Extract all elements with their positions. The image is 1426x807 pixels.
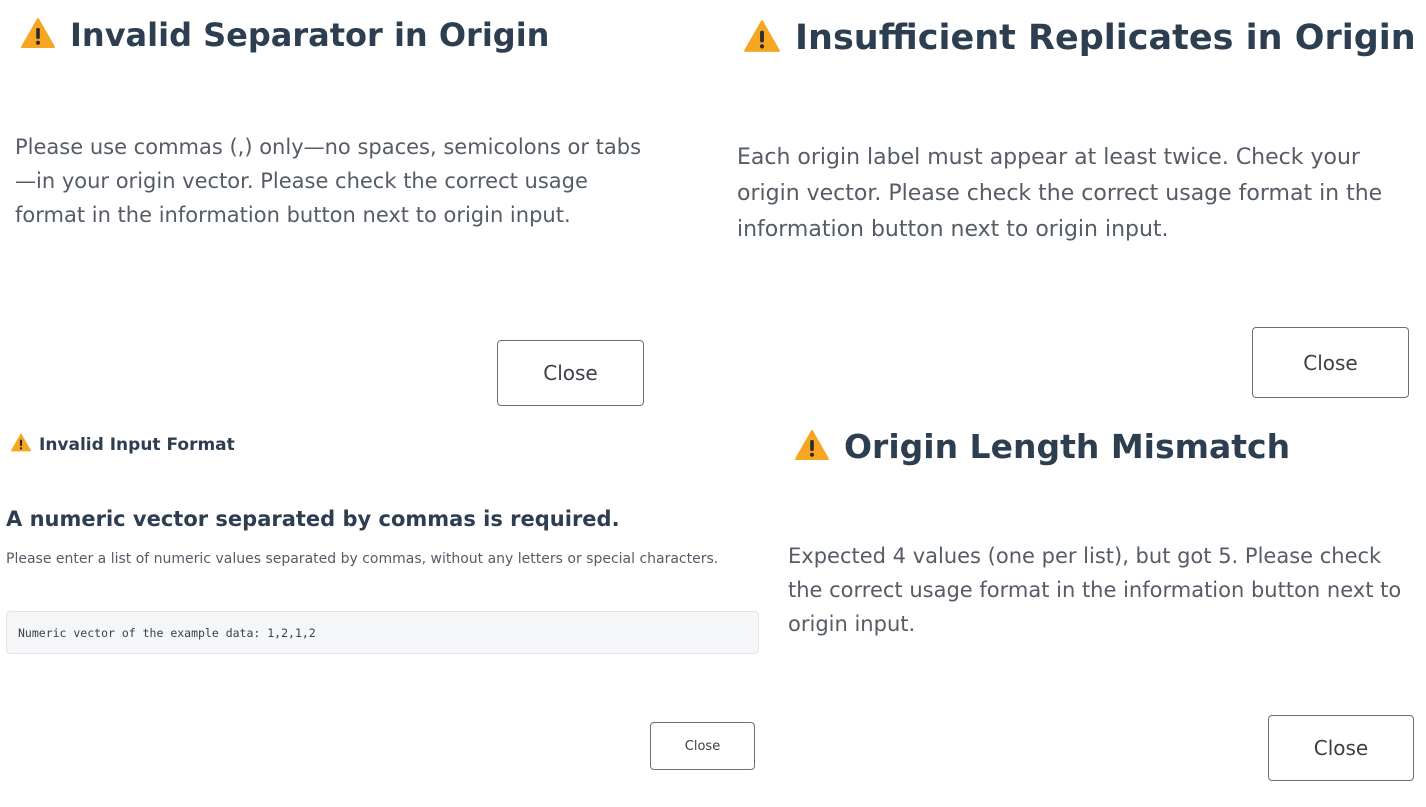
- close-button[interactable]: Close: [650, 722, 755, 770]
- warning-icon: [20, 17, 56, 53]
- close-button[interactable]: Close: [1268, 715, 1414, 781]
- dialog-subtitle: A numeric vector separated by commas is …: [6, 507, 620, 531]
- dialog-header: Invalid Separator in Origin: [20, 16, 549, 54]
- dialog-title: Insufficient Replicates in Origin: [795, 18, 1416, 58]
- dialog-message: Please use commas (,) only—no spaces, se…: [15, 135, 642, 227]
- dialog-header: Invalid Input Format: [10, 433, 235, 456]
- warning-icon: [794, 429, 830, 465]
- dialog-message: Each origin label must appear at least t…: [737, 145, 1383, 242]
- dialog-message: Expected 4 values (one per list), but go…: [788, 544, 1402, 636]
- dialog-header: Insufficient Replicates in Origin: [743, 18, 1416, 58]
- dialog-message: Please enter a list of numeric values se…: [6, 551, 719, 567]
- warning-icon: [10, 433, 32, 456]
- close-button[interactable]: Close: [497, 340, 644, 406]
- dialog-header: Origin Length Mismatch: [794, 427, 1290, 466]
- warning-icon: [743, 19, 781, 57]
- close-button[interactable]: Close: [1252, 327, 1409, 398]
- dialog-title: Invalid Separator in Origin: [70, 16, 550, 54]
- dialog-title: Origin Length Mismatch: [844, 427, 1291, 466]
- code-example: Numeric vector of the example data: 1,2,…: [6, 611, 759, 654]
- dialog-title: Invalid Input Format: [39, 434, 235, 455]
